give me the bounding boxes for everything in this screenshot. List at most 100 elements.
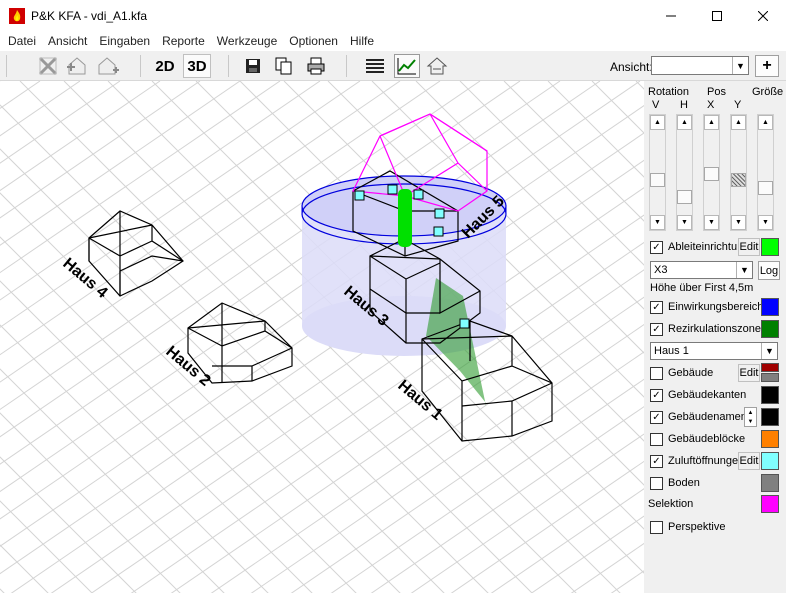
- chevron-down-icon[interactable]: ▼: [677, 215, 692, 230]
- save-button[interactable]: [242, 54, 264, 78]
- v-label: V: [652, 99, 660, 111]
- chevron-down-icon[interactable]: ▼: [650, 215, 665, 230]
- chevron-down-icon[interactable]: ▼: [704, 215, 719, 230]
- groesse-slider[interactable]: ▲ ▼: [757, 114, 774, 231]
- menu-werkzeuge[interactable]: Werkzeuge: [211, 34, 283, 48]
- pos-x-slider[interactable]: ▲ ▼: [703, 114, 720, 231]
- ableit-edit-button[interactable]: Edit: [738, 238, 760, 256]
- add-house-button[interactable]: [96, 54, 122, 78]
- ableit-label: Ableiteinrichtu: [668, 241, 738, 253]
- menu-eingaben[interactable]: Eingaben: [93, 34, 156, 48]
- ableit-color-swatch[interactable]: [761, 238, 779, 256]
- gebaeude-color-swatch-2[interactable]: [761, 373, 779, 382]
- namen-checkbox[interactable]: ✓: [650, 410, 663, 424]
- list-view-button[interactable]: [362, 54, 388, 78]
- gebaeude-edit-button[interactable]: Edit: [738, 364, 760, 382]
- pos-y-slider[interactable]: ▲ ▼: [730, 114, 747, 231]
- zuluft-edit-button[interactable]: Edit: [738, 452, 760, 470]
- bloecke-row: Gebäudeblöcke: [650, 430, 758, 448]
- ableit-checkbox[interactable]: ✓: [650, 240, 663, 254]
- selektion-color-swatch[interactable]: [761, 495, 779, 513]
- chevron-up-icon: ▲: [747, 409, 754, 416]
- select-tool-button[interactable]: [36, 54, 60, 78]
- menu-hilfe[interactable]: Hilfe: [344, 34, 380, 48]
- rezirk-label: Rezirkulationszone: [668, 323, 761, 335]
- kanten-color-swatch[interactable]: [761, 386, 779, 404]
- slider-thumb[interactable]: [650, 172, 665, 187]
- einwirk-checkbox[interactable]: ✓: [650, 300, 663, 314]
- einwirk-color-swatch[interactable]: [761, 298, 779, 316]
- rotation-h-slider[interactable]: ▲ ▼: [676, 114, 693, 231]
- rotation-v-slider[interactable]: ▲ ▼: [649, 114, 666, 231]
- maximize-button[interactable]: [694, 0, 740, 31]
- chevron-up-icon[interactable]: ▲: [731, 115, 746, 130]
- menu-optionen[interactable]: Optionen: [283, 34, 344, 48]
- zuluft-checkbox[interactable]: ✓: [650, 454, 663, 468]
- view-3d-button[interactable]: 3D: [183, 54, 211, 78]
- y-label: Y: [734, 99, 742, 111]
- zuluft-row: ✓ Zuluftöffnunge: [650, 452, 738, 470]
- gebaeude-checkbox[interactable]: [650, 366, 663, 380]
- close-button[interactable]: [740, 0, 786, 31]
- chevron-down-icon[interactable]: ▼: [731, 215, 746, 230]
- list-lines-icon: [366, 59, 384, 73]
- app-flame-icon: [9, 7, 25, 24]
- 3d-viewport[interactable]: Haus 4 Haus 2 Haus 3 Haus 1 Haus 5: [0, 81, 644, 593]
- boden-color-swatch[interactable]: [761, 474, 779, 492]
- selektion-label: Selektion: [648, 498, 694, 510]
- chevron-up-icon[interactable]: ▲: [758, 115, 773, 130]
- chevron-up-icon[interactable]: ▲: [704, 115, 719, 130]
- bloecke-label: Gebäudeblöcke: [668, 433, 746, 445]
- window-title: P&K KFA - vdi_A1.kfa: [31, 8, 148, 23]
- minimize-button[interactable]: [648, 0, 694, 31]
- ansicht-label: Ansicht:: [610, 60, 653, 74]
- house-settings-button[interactable]: [424, 54, 450, 78]
- namen-label: Gebäudenamen: [668, 411, 744, 423]
- bloecke-checkbox[interactable]: [650, 432, 663, 446]
- haus-select[interactable]: Haus 1 ▼: [650, 342, 778, 360]
- bloecke-color-swatch[interactable]: [761, 430, 779, 448]
- chevron-down-icon[interactable]: ▼: [758, 215, 773, 230]
- slider-thumb[interactable]: [704, 166, 719, 181]
- add-view-button[interactable]: +: [755, 55, 779, 77]
- view-2d-button[interactable]: 2D: [152, 54, 178, 78]
- namen-size-stepper[interactable]: ▲ ▼: [744, 407, 757, 427]
- gebaeude-color-swatch-1[interactable]: [761, 363, 779, 372]
- log-button[interactable]: Log: [758, 261, 780, 280]
- namen-color-swatch[interactable]: [761, 408, 779, 426]
- h-label: H: [680, 99, 688, 111]
- menu-ansicht[interactable]: Ansicht: [42, 34, 93, 48]
- rezirk-color-swatch[interactable]: [761, 320, 779, 338]
- rotation-label: Rotation: [648, 86, 689, 98]
- move-house-button[interactable]: [64, 54, 90, 78]
- ableiteinrichtung-pipe: [398, 189, 412, 247]
- slider-thumb[interactable]: [731, 172, 746, 187]
- chevron-up-icon[interactable]: ▲: [650, 115, 665, 130]
- einwirk-label: Einwirkungsbereich: [668, 301, 764, 313]
- boden-checkbox[interactable]: [650, 476, 663, 490]
- haus-select-value: Haus 1: [654, 345, 689, 357]
- rezirk-checkbox[interactable]: ✓: [650, 322, 663, 336]
- label-haus-4: Haus 4: [59, 255, 110, 302]
- kanten-label: Gebäudekanten: [668, 389, 747, 401]
- hoehe-text: Höhe über First 4,5m: [650, 282, 754, 294]
- menu-reporte[interactable]: Reporte: [156, 34, 211, 48]
- chart-view-button[interactable]: [394, 54, 420, 78]
- zuluft-color-swatch[interactable]: [761, 452, 779, 470]
- zuluft-label: Zuluftöffnunge: [668, 455, 738, 467]
- perspektive-label: Perspektive: [668, 521, 726, 533]
- slider-thumb[interactable]: [677, 189, 692, 204]
- menu-datei[interactable]: Datei: [2, 34, 42, 48]
- perspektive-checkbox[interactable]: [650, 520, 663, 534]
- copy-button[interactable]: [272, 54, 296, 78]
- print-button[interactable]: [304, 54, 328, 78]
- chevron-up-icon[interactable]: ▲: [677, 115, 692, 130]
- chevron-down-icon: ▼: [732, 57, 748, 74]
- x3-value: X3: [654, 264, 668, 276]
- ansicht-select[interactable]: ▼: [651, 56, 749, 75]
- printer-icon: [307, 57, 325, 75]
- groesse-label: Größe: [752, 86, 784, 98]
- x3-select[interactable]: X3 ▼: [650, 261, 753, 279]
- kanten-checkbox[interactable]: ✓: [650, 388, 663, 402]
- slider-thumb[interactable]: [758, 181, 773, 196]
